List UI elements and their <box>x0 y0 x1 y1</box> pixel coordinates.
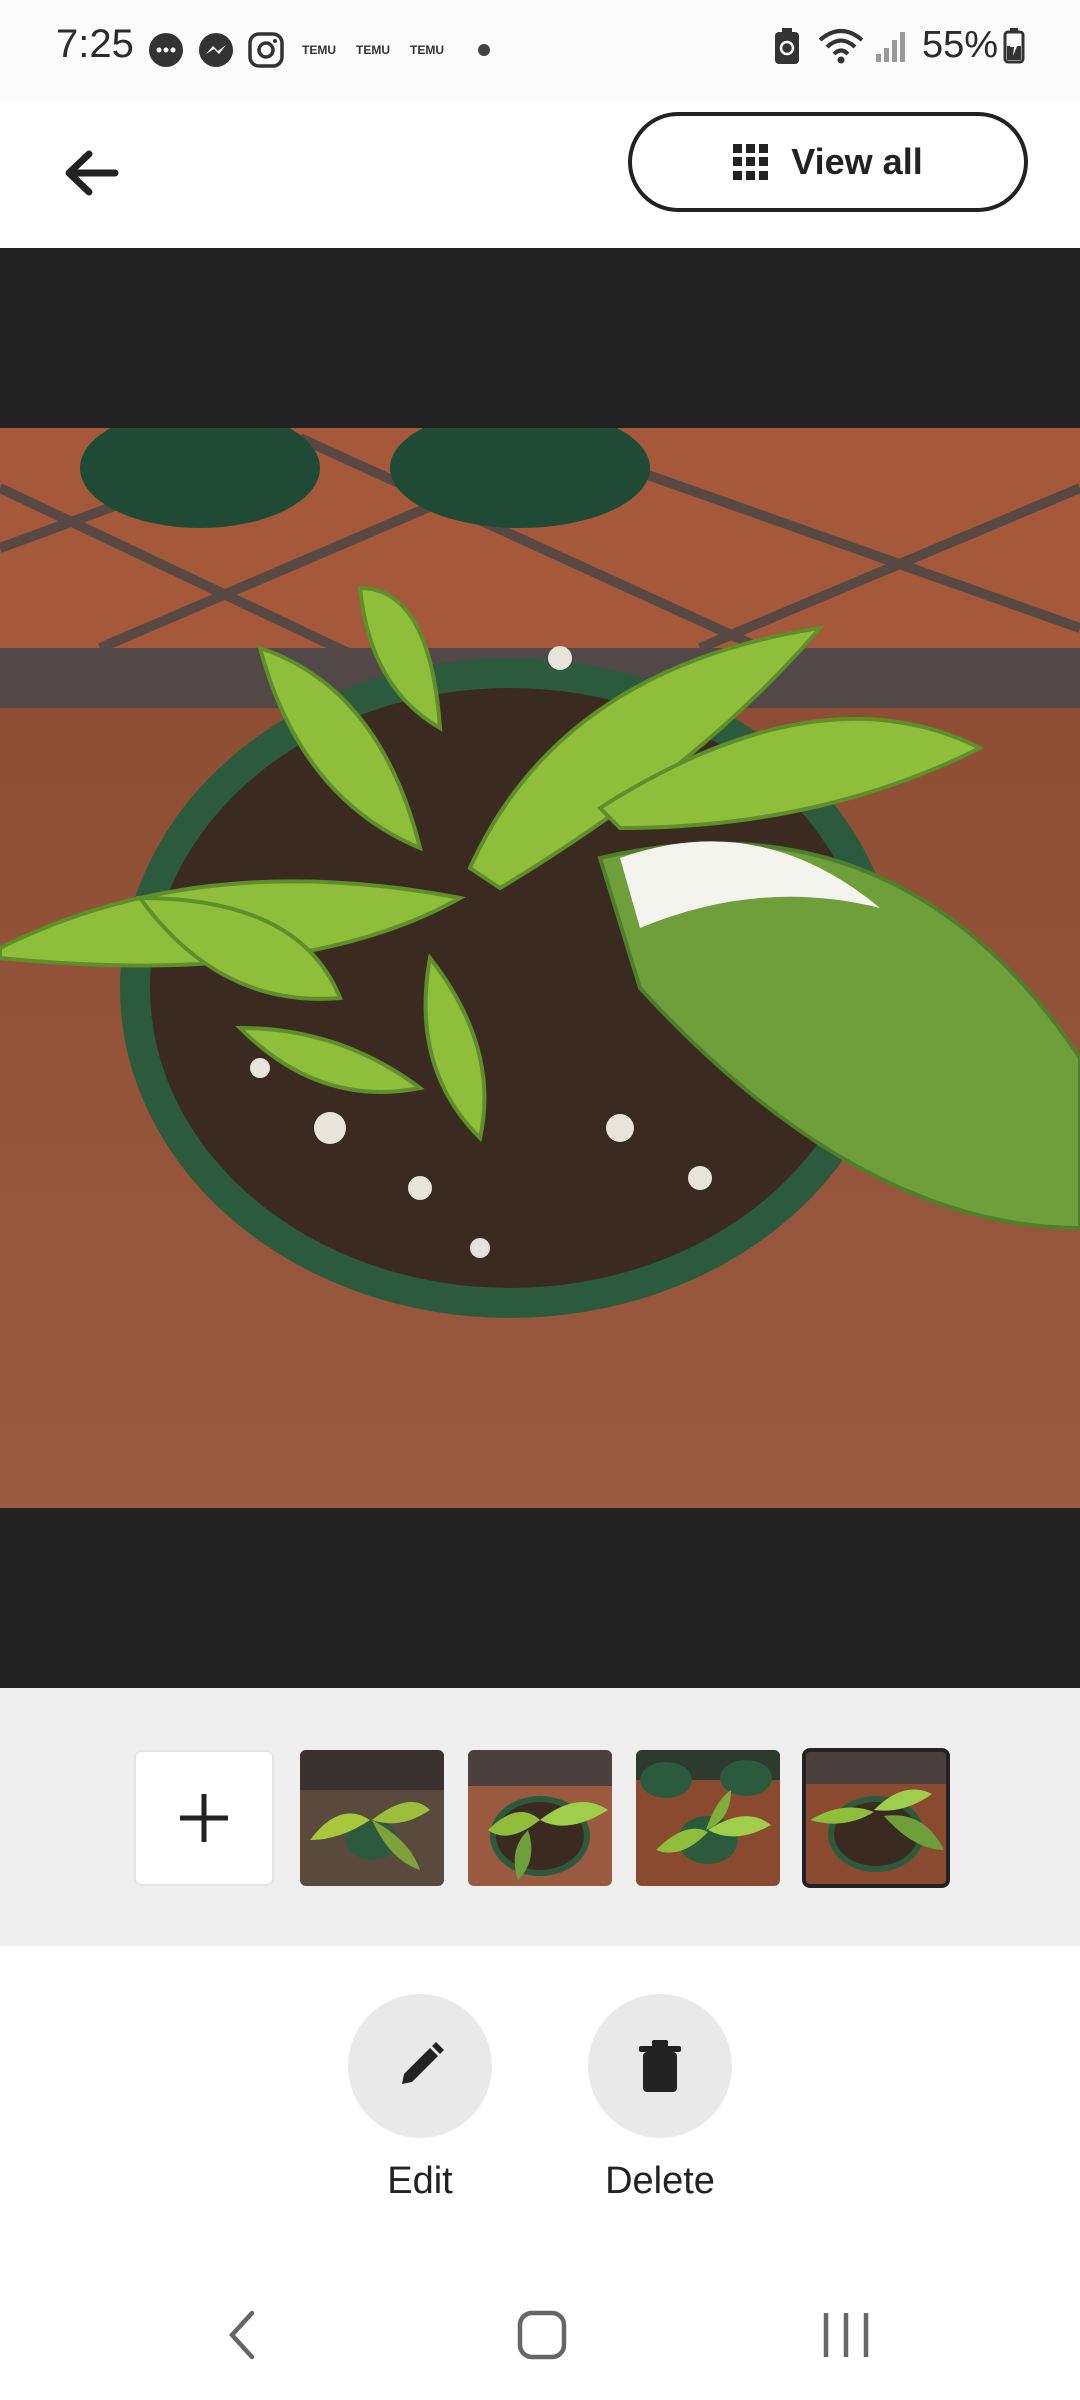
home-icon <box>517 2310 567 2360</box>
signal-icon <box>875 31 905 62</box>
instagram-icon <box>248 32 284 68</box>
photo-thumbnail-4-selected[interactable] <box>802 1748 950 1888</box>
delete-button[interactable] <box>588 1994 732 2138</box>
photo-thumbnail-2[interactable] <box>468 1750 612 1886</box>
top-app-bar: View all <box>0 100 1080 248</box>
notification-icons: TEMU TEMU TEMU <box>146 30 490 70</box>
back-arrow-icon <box>65 150 119 196</box>
status-time: 7:25 <box>56 22 134 66</box>
more-notifications-dot <box>478 44 490 56</box>
nav-recents-button[interactable] <box>796 2300 896 2370</box>
pencil-icon <box>402 2042 444 2084</box>
nav-back-button[interactable] <box>192 2300 292 2370</box>
back-icon <box>228 2310 255 2360</box>
temu-notification: TEMU <box>356 42 390 57</box>
messenger-icon <box>199 33 233 67</box>
grid-icon <box>733 144 769 180</box>
thumbnail-strip <box>0 1688 1080 1946</box>
add-photo-button[interactable] <box>134 1750 274 1886</box>
edit-button[interactable] <box>348 1994 492 2138</box>
main-plant-photo[interactable] <box>0 428 1080 1508</box>
battery-saver-icon <box>774 27 799 64</box>
status-bar: 7:25 TEMU TEMU TEMU 55% <box>0 0 1080 100</box>
recents-icon <box>823 2313 869 2357</box>
wifi-icon <box>818 28 864 63</box>
photo-thumbnail-3[interactable] <box>636 1750 780 1886</box>
edit-label: Edit <box>387 2160 453 2202</box>
delete-action[interactable]: Delete <box>550 1994 770 2203</box>
delete-label: Delete <box>605 2160 715 2202</box>
messages-icon <box>149 33 183 67</box>
nav-home-button[interactable] <box>492 2300 592 2370</box>
photo-viewer[interactable] <box>0 248 1080 1688</box>
photo-thumbnail-1[interactable] <box>300 1750 444 1886</box>
plus-icon <box>180 1794 228 1842</box>
battery-percent: 55% <box>921 24 998 66</box>
system-status: 55% <box>772 24 1026 67</box>
temu-notification: TEMU <box>410 42 444 57</box>
trash-icon <box>639 2040 681 2092</box>
view-all-button[interactable]: View all <box>628 112 1028 212</box>
system-nav-bar <box>0 2270 1080 2400</box>
view-all-label: View all <box>791 141 923 182</box>
battery-icon <box>1003 27 1025 63</box>
temu-notification: TEMU <box>302 42 336 57</box>
edit-action[interactable]: Edit <box>310 1994 530 2203</box>
back-button[interactable] <box>46 128 136 218</box>
